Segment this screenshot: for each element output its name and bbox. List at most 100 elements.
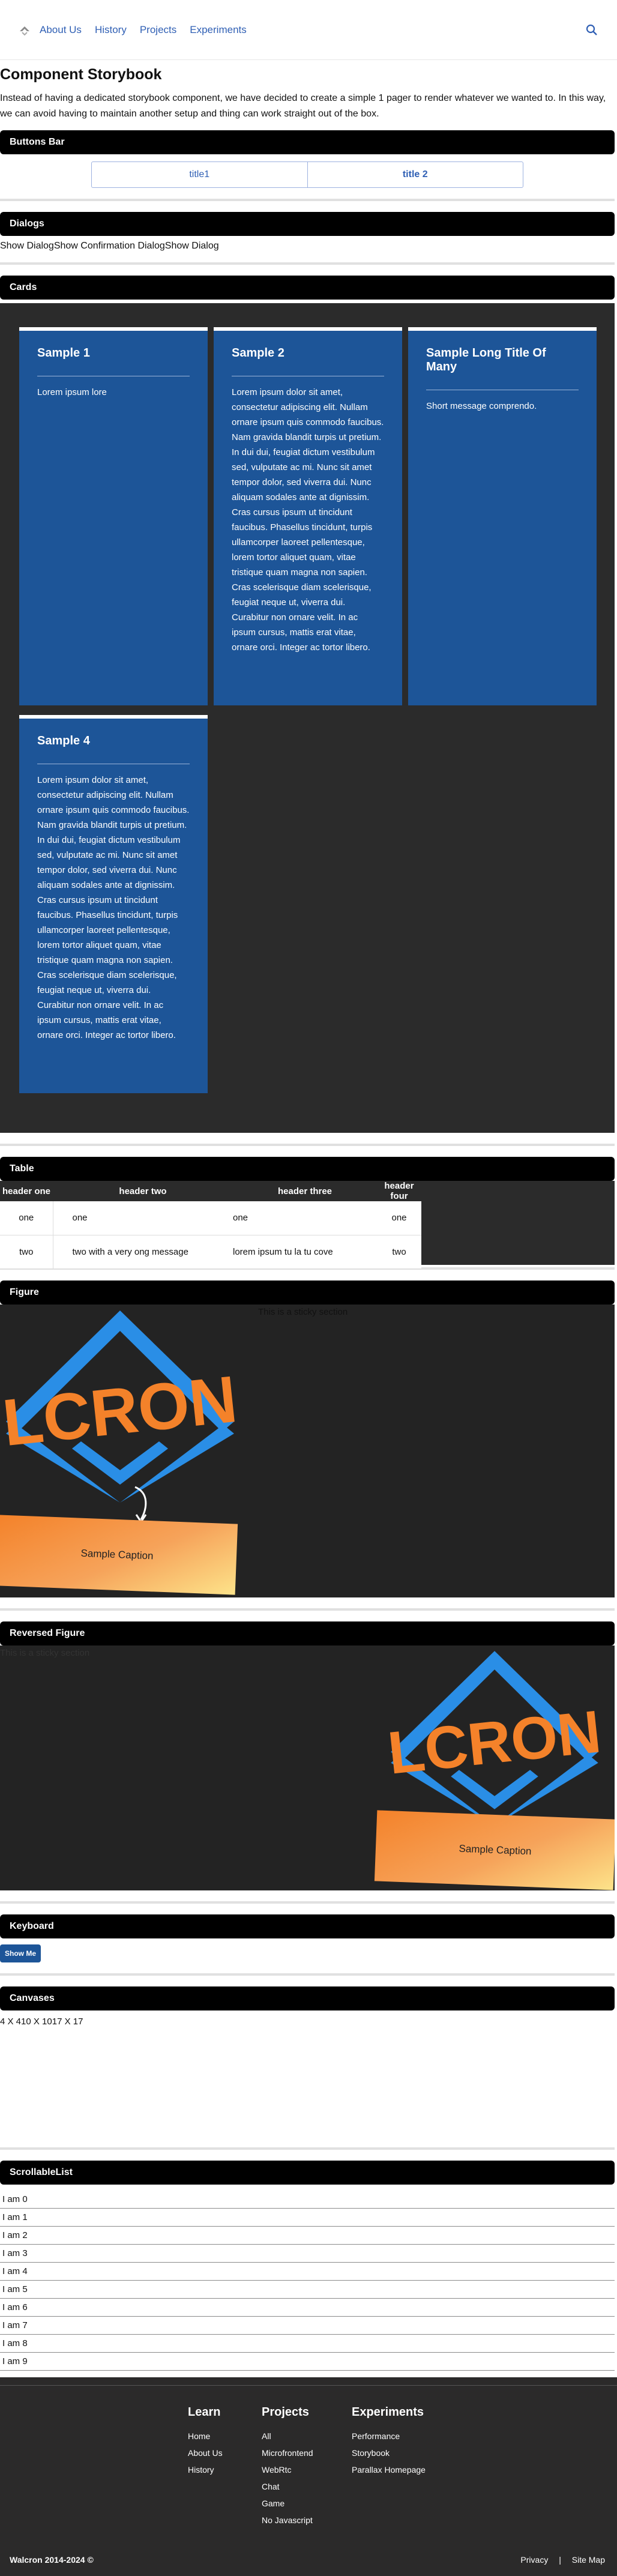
- footer-link[interactable]: Game: [262, 2495, 313, 2512]
- table-row: one one one one: [0, 1201, 421, 1235]
- data-table: header one header two header three heade…: [0, 1181, 421, 1269]
- card-title: Sample 2: [232, 346, 284, 360]
- footer-divider: [0, 2385, 617, 2386]
- reversed-figure-container: This is a sticky section LCRON Sample Ca…: [0, 1645, 615, 1890]
- section-heading-dialogs: Dialogs: [0, 212, 615, 236]
- table-cell: one: [0, 1201, 53, 1235]
- card-body: Short message comprendo.: [426, 401, 537, 411]
- intro-text: Instead of having a dedicated storybook …: [0, 93, 606, 119]
- buttons-bar: title1 title 2: [91, 161, 523, 188]
- footer-link[interactable]: No Javascript: [262, 2512, 313, 2529]
- section-heading-cards: Cards: [0, 276, 615, 300]
- section-divider: [0, 1973, 615, 1976]
- footer-link[interactable]: WebRtc: [262, 2461, 313, 2478]
- privacy-link[interactable]: Privacy: [520, 2555, 548, 2565]
- site-footer: Learn Home About Us History Projects All…: [0, 2377, 617, 2576]
- reversed-figure-caption: Sample Caption: [374, 1810, 615, 1890]
- canvas-dimensions-text: 4 X 410 X 1017 X 17: [0, 2016, 83, 2027]
- footer-column-projects: Projects All Microfrontend WebRtc Chat G…: [262, 2406, 313, 2529]
- list-item: I am 3: [0, 2245, 615, 2263]
- section-heading-buttons-bar: Buttons Bar: [0, 130, 615, 154]
- scrollable-list[interactable]: I am 0 I am 1 I am 2 I am 3 I am 4 I am …: [0, 2191, 615, 2371]
- nav-link-experiments[interactable]: Experiments: [190, 24, 246, 36]
- table-cell: two: [377, 1235, 421, 1269]
- footer-link[interactable]: Microfrontend: [262, 2445, 313, 2461]
- footer-copyright: Walcron 2014-2024 ©: [10, 2555, 94, 2565]
- nav-link-history[interactable]: History: [95, 24, 127, 36]
- card-title: Sample Long Title Of Many: [426, 346, 546, 373]
- section-heading-scrollable-list: ScrollableList: [0, 2161, 615, 2185]
- table-cell: lorem ipsum tu la tu cove: [233, 1235, 377, 1269]
- table-header: header one: [0, 1181, 53, 1201]
- section-heading-figure: Figure: [0, 1280, 615, 1305]
- card-title: Sample 1: [37, 346, 90, 360]
- table-header: header three: [233, 1181, 377, 1201]
- footer-link[interactable]: About Us: [188, 2445, 223, 2461]
- footer-link[interactable]: Home: [188, 2428, 223, 2445]
- table-header: header two: [53, 1181, 233, 1201]
- footer-heading: Learn: [188, 2406, 221, 2419]
- list-item: I am 2: [0, 2227, 615, 2245]
- footer-link[interactable]: Performance: [352, 2428, 426, 2445]
- card: Sample 4 Lorem ipsum dolor sit amet, con…: [19, 715, 208, 1093]
- section-heading-table: Table: [0, 1157, 615, 1181]
- footer-column-experiments: Experiments Performance Storybook Parall…: [352, 2406, 426, 2478]
- section-divider: [0, 262, 615, 265]
- section-divider: [0, 199, 615, 201]
- cards-container: Sample 1 Lorem ipsum lore Sample 2 Lorem…: [0, 303, 615, 1133]
- section-heading-canvases: Canvases: [0, 1986, 615, 2010]
- list-item: I am 0: [0, 2191, 615, 2209]
- section-divider: [0, 1901, 615, 1904]
- section-heading-keyboard: Keyboard: [0, 1914, 615, 1938]
- table-header: header four: [377, 1181, 421, 1201]
- footer-legal-links: Privacy | Site Map: [512, 2555, 605, 2565]
- card-body: Lorem ipsum dolor sit amet, consectetur …: [37, 775, 190, 1040]
- buttons-bar-title1[interactable]: title1: [92, 162, 307, 187]
- home-logo-icon[interactable]: [18, 23, 31, 37]
- table-cell: two: [0, 1235, 53, 1269]
- table-cell: one: [233, 1201, 377, 1235]
- show-me-button[interactable]: Show Me: [0, 1944, 41, 1962]
- footer-link[interactable]: Parallax Homepage: [352, 2461, 426, 2478]
- figure-caption: Sample Caption: [0, 1515, 238, 1595]
- list-item: I am 4: [0, 2263, 615, 2281]
- nav-link-about[interactable]: About Us: [40, 24, 82, 36]
- list-item: I am 7: [0, 2317, 615, 2335]
- table-cell: one: [377, 1201, 421, 1235]
- walcron-logo-icon: LCRON: [0, 1311, 240, 1503]
- card-title: Sample 4: [37, 734, 90, 747]
- footer-column-learn: Learn Home About Us History: [188, 2406, 223, 2478]
- search-icon[interactable]: [585, 23, 599, 37]
- list-item: I am 8: [0, 2335, 615, 2353]
- page-title: Component Storybook: [0, 66, 162, 83]
- footer-heading: Experiments: [352, 2406, 424, 2419]
- section-divider: [0, 1144, 615, 1146]
- section-divider: [0, 1608, 615, 1611]
- table-container: header one header two header three heade…: [0, 1181, 615, 1269]
- footer-heading: Projects: [262, 2406, 309, 2419]
- card: Sample Long Title Of Many Short message …: [408, 327, 597, 705]
- sticky-section-text: This is a sticky section: [258, 1307, 348, 1317]
- section-divider: [0, 2147, 615, 2150]
- footer-link[interactable]: All: [262, 2428, 313, 2445]
- card-body: Lorem ipsum lore: [37, 387, 107, 397]
- table-cell: one: [53, 1201, 233, 1235]
- list-item: I am 9: [0, 2353, 615, 2371]
- top-nav: About Us History Projects Experiments: [0, 0, 617, 60]
- card: Sample 1 Lorem ipsum lore: [19, 327, 208, 705]
- list-item: I am 5: [0, 2281, 615, 2299]
- dialog-links[interactable]: Show DialogShow Confirmation DialogShow …: [0, 241, 617, 252]
- table-cell: two with a very ong message: [53, 1235, 233, 1269]
- footer-link[interactable]: History: [188, 2461, 223, 2478]
- sticky-section-text: This is a sticky section: [0, 1648, 90, 1658]
- footer-link[interactable]: Storybook: [352, 2445, 426, 2461]
- buttons-bar-title2[interactable]: title 2: [307, 162, 523, 187]
- list-item: I am 6: [0, 2299, 615, 2317]
- list-item: I am 1: [0, 2209, 615, 2227]
- footer-link[interactable]: Chat: [262, 2478, 313, 2495]
- section-heading-reversed-figure: Reversed Figure: [0, 1621, 615, 1645]
- nav-link-projects[interactable]: Projects: [140, 24, 176, 36]
- figure-container: This is a sticky section LCRON Sample Ca…: [0, 1305, 615, 1597]
- site-map-link[interactable]: Site Map: [572, 2555, 605, 2565]
- card-body: Lorem ipsum dolor sit amet, consectetur …: [232, 387, 384, 653]
